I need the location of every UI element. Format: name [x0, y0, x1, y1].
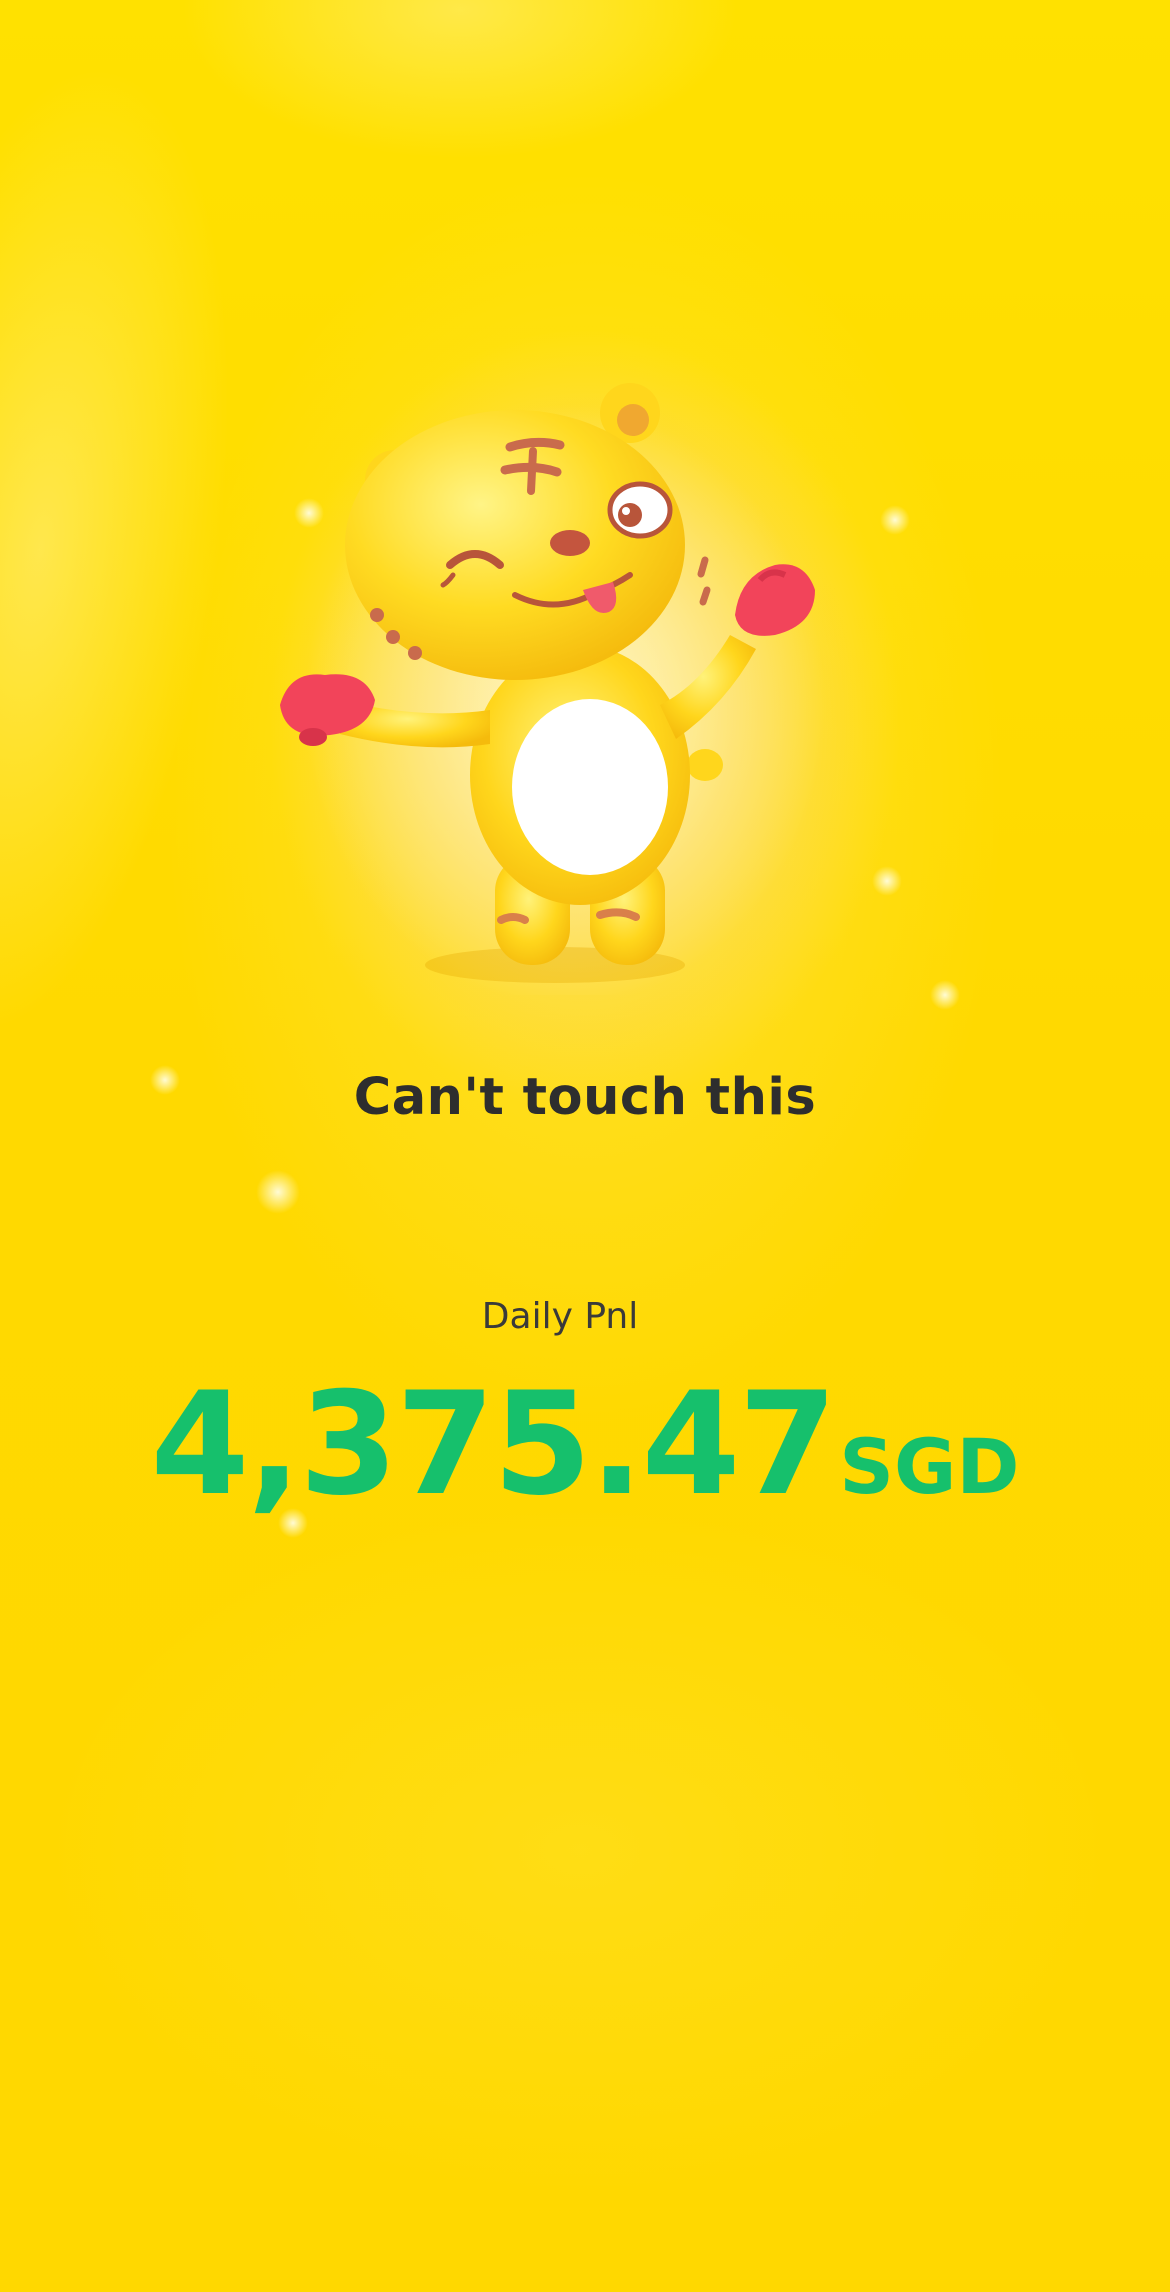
background-haze-top — [180, 0, 740, 160]
pnl-currency: SGD — [839, 1422, 1020, 1511]
headline: Can't touch this — [353, 1068, 817, 1127]
sparkle-icon — [930, 980, 960, 1010]
daily-pnl-label: Daily Pnl — [481, 1296, 639, 1337]
daily-pnl-value: 4,375.47SGD — [0, 1362, 1170, 1527]
pnl-share-page: Can't touch this Daily Pnl 4,375.47SGD — [0, 0, 1170, 2292]
background-haze-bottom — [40, 1500, 1120, 2200]
winking-tiger-mascot-icon — [280, 383, 825, 995]
background-haze-left — [0, 39, 287, 1061]
sparkle-icon — [880, 505, 910, 535]
sparkle-icon — [872, 866, 902, 896]
sparkle-icon — [256, 1170, 300, 1214]
pnl-amount: 4,375.47 — [150, 1362, 838, 1527]
